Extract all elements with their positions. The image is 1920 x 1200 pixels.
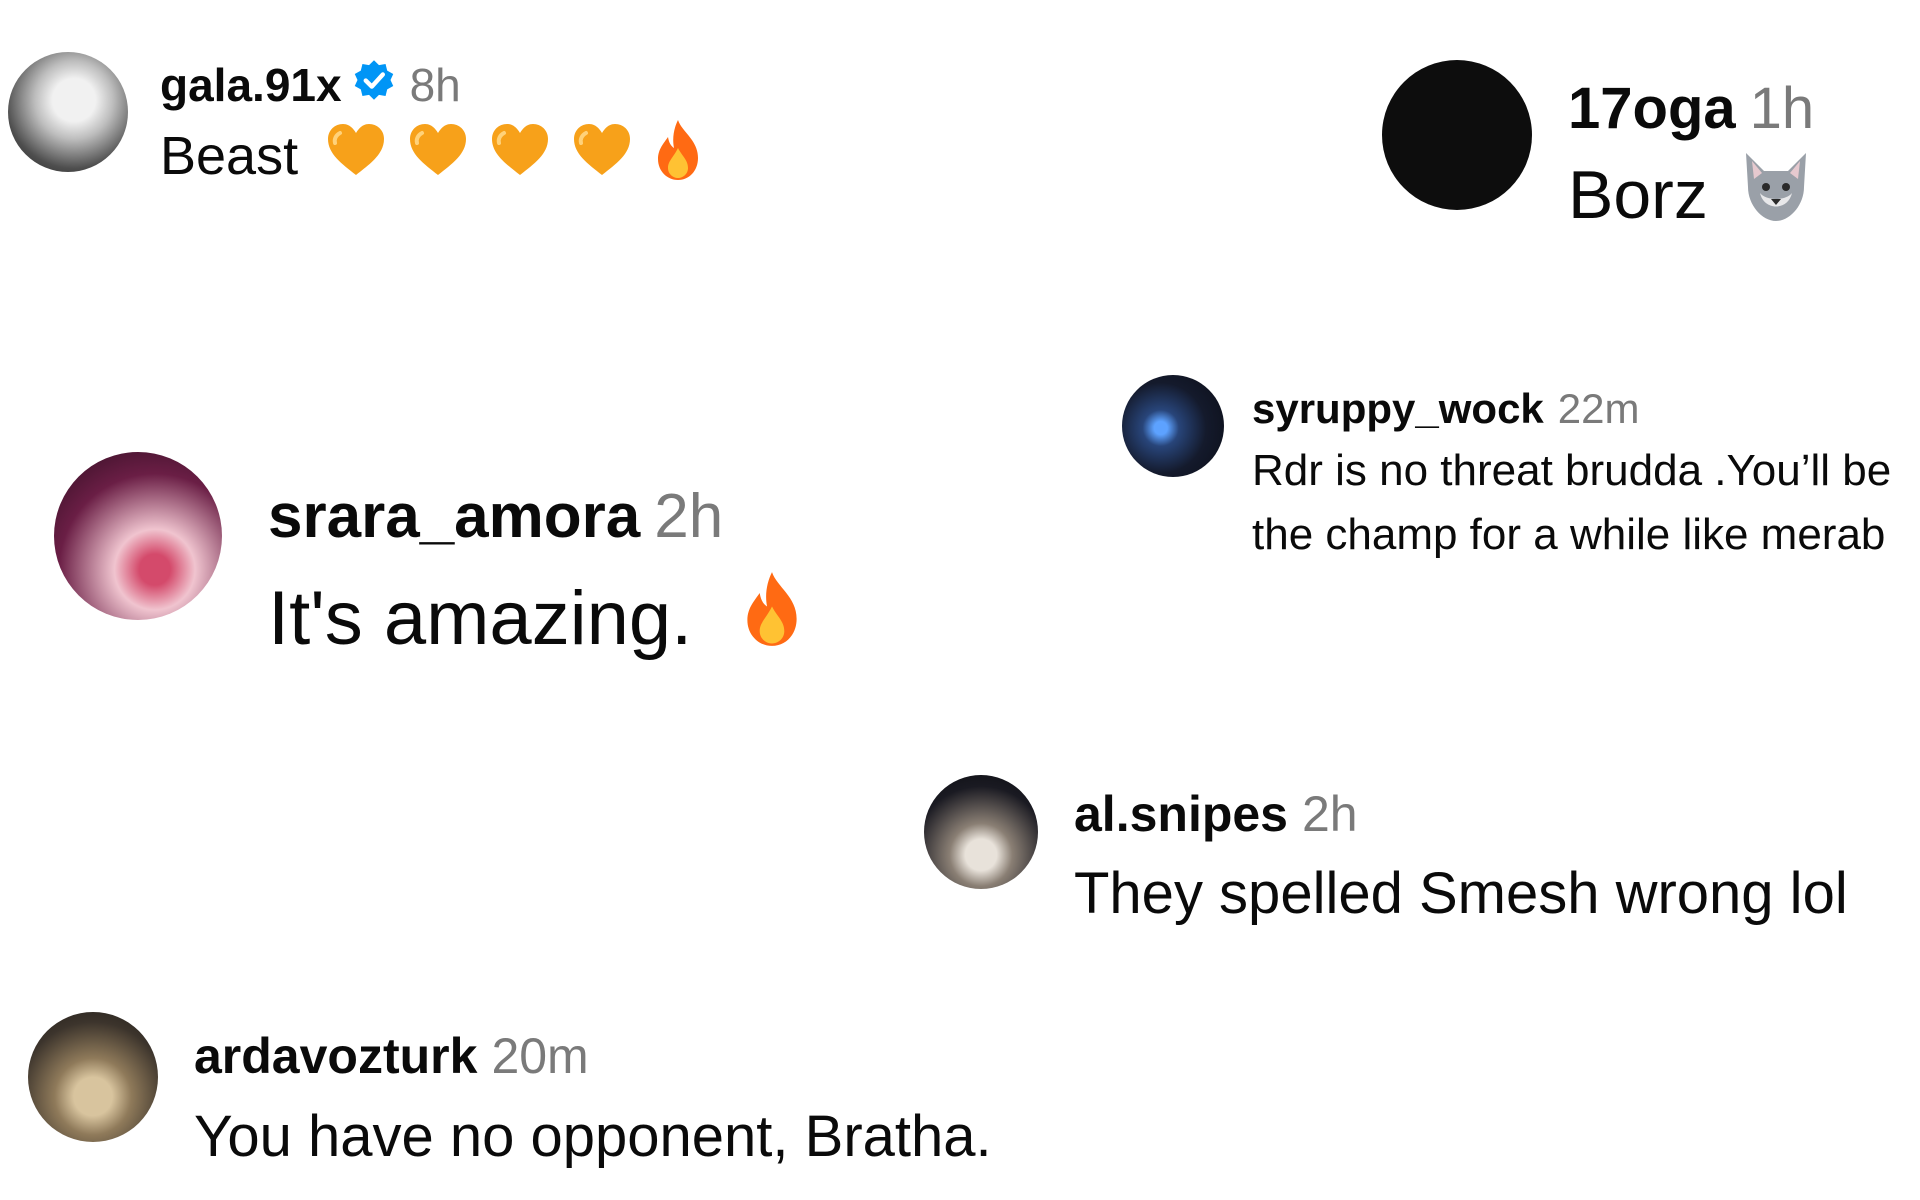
comment-body: 17oga 1h Borz xyxy=(1568,60,1814,240)
username[interactable]: ardavozturk xyxy=(194,1027,477,1085)
comment-body: srara_amora 2h It's amazing. xyxy=(268,452,804,670)
avatar[interactable] xyxy=(924,775,1038,889)
comment-meta: 17oga 1h xyxy=(1568,66,1814,150)
orange-heart-icon xyxy=(488,121,552,192)
orange-heart-icon xyxy=(324,121,388,192)
comment-text: It's amazing. xyxy=(268,575,693,661)
comment-text: Beast xyxy=(160,126,299,186)
comment-body: al.snipes 2h They spelled Smesh wrong lo… xyxy=(1074,775,1848,935)
username[interactable]: syruppy_wock xyxy=(1252,385,1544,433)
comment-item: al.snipes 2h They spelled Smesh wrong lo… xyxy=(924,775,1848,935)
avatar[interactable] xyxy=(54,452,222,620)
avatar[interactable] xyxy=(28,1012,158,1142)
username[interactable]: al.snipes xyxy=(1074,785,1288,843)
timestamp: 8h xyxy=(409,59,461,111)
orange-heart-icon xyxy=(570,121,634,192)
comment-item: ardavozturk 20m You have no opponent, Br… xyxy=(28,1012,992,1178)
username[interactable]: gala.91x xyxy=(160,58,342,112)
comment-meta: srara_amora 2h xyxy=(268,466,804,566)
comment-body: gala.91x 8h Beast xyxy=(160,52,704,196)
comment-text-row: Beast xyxy=(160,116,704,196)
comment-item: srara_amora 2h It's amazing. xyxy=(54,452,804,670)
comment-item: gala.91x 8h Beast xyxy=(8,52,704,196)
orange-heart-icon xyxy=(406,121,470,192)
comment-text-row: You have no opponent, Bratha. xyxy=(194,1094,992,1178)
timestamp: 2h xyxy=(654,481,724,551)
timestamp: 1h xyxy=(1749,75,1815,141)
comment-meta: gala.91x 8h xyxy=(160,54,704,116)
comment-meta: syruppy_wock 22m xyxy=(1252,379,1920,439)
username[interactable]: srara_amora xyxy=(268,481,640,552)
comment-text: Borz xyxy=(1568,157,1708,233)
fire-icon xyxy=(740,567,804,669)
comment-text-row: It's amazing. xyxy=(268,566,804,670)
comment-text: They spelled Smesh wrong lol xyxy=(1074,860,1848,926)
verified-badge-icon xyxy=(352,58,396,113)
comment-text: Rdr is no threat brudda .You’ll be the c… xyxy=(1252,446,1892,559)
username[interactable]: 17oga xyxy=(1568,75,1736,142)
comment-meta: al.snipes 2h xyxy=(1074,777,1848,851)
fire-icon xyxy=(652,118,704,195)
comment-body: ardavozturk 20m You have no opponent, Br… xyxy=(194,1012,992,1178)
avatar[interactable] xyxy=(1122,375,1224,477)
comment-item: 17oga 1h Borz xyxy=(1382,60,1814,240)
comment-text: You have no opponent, Bratha. xyxy=(194,1103,992,1169)
comment-text-row: They spelled Smesh wrong lol xyxy=(1074,851,1848,935)
comment-meta: ardavozturk 20m xyxy=(194,1018,992,1094)
emoji-group xyxy=(324,118,704,195)
avatar[interactable] xyxy=(8,52,128,172)
comment-body: syruppy_wock 22m Rdr is no threat brudda… xyxy=(1252,375,1920,567)
comment-item: syruppy_wock 22m Rdr is no threat brudda… xyxy=(1122,375,1920,567)
avatar[interactable] xyxy=(1382,60,1532,210)
timestamp: 22m xyxy=(1557,385,1640,432)
wolf-icon xyxy=(1738,149,1814,241)
timestamp: 20m xyxy=(491,1028,589,1084)
comment-text-row: Borz xyxy=(1568,150,1814,240)
timestamp: 2h xyxy=(1302,786,1358,842)
